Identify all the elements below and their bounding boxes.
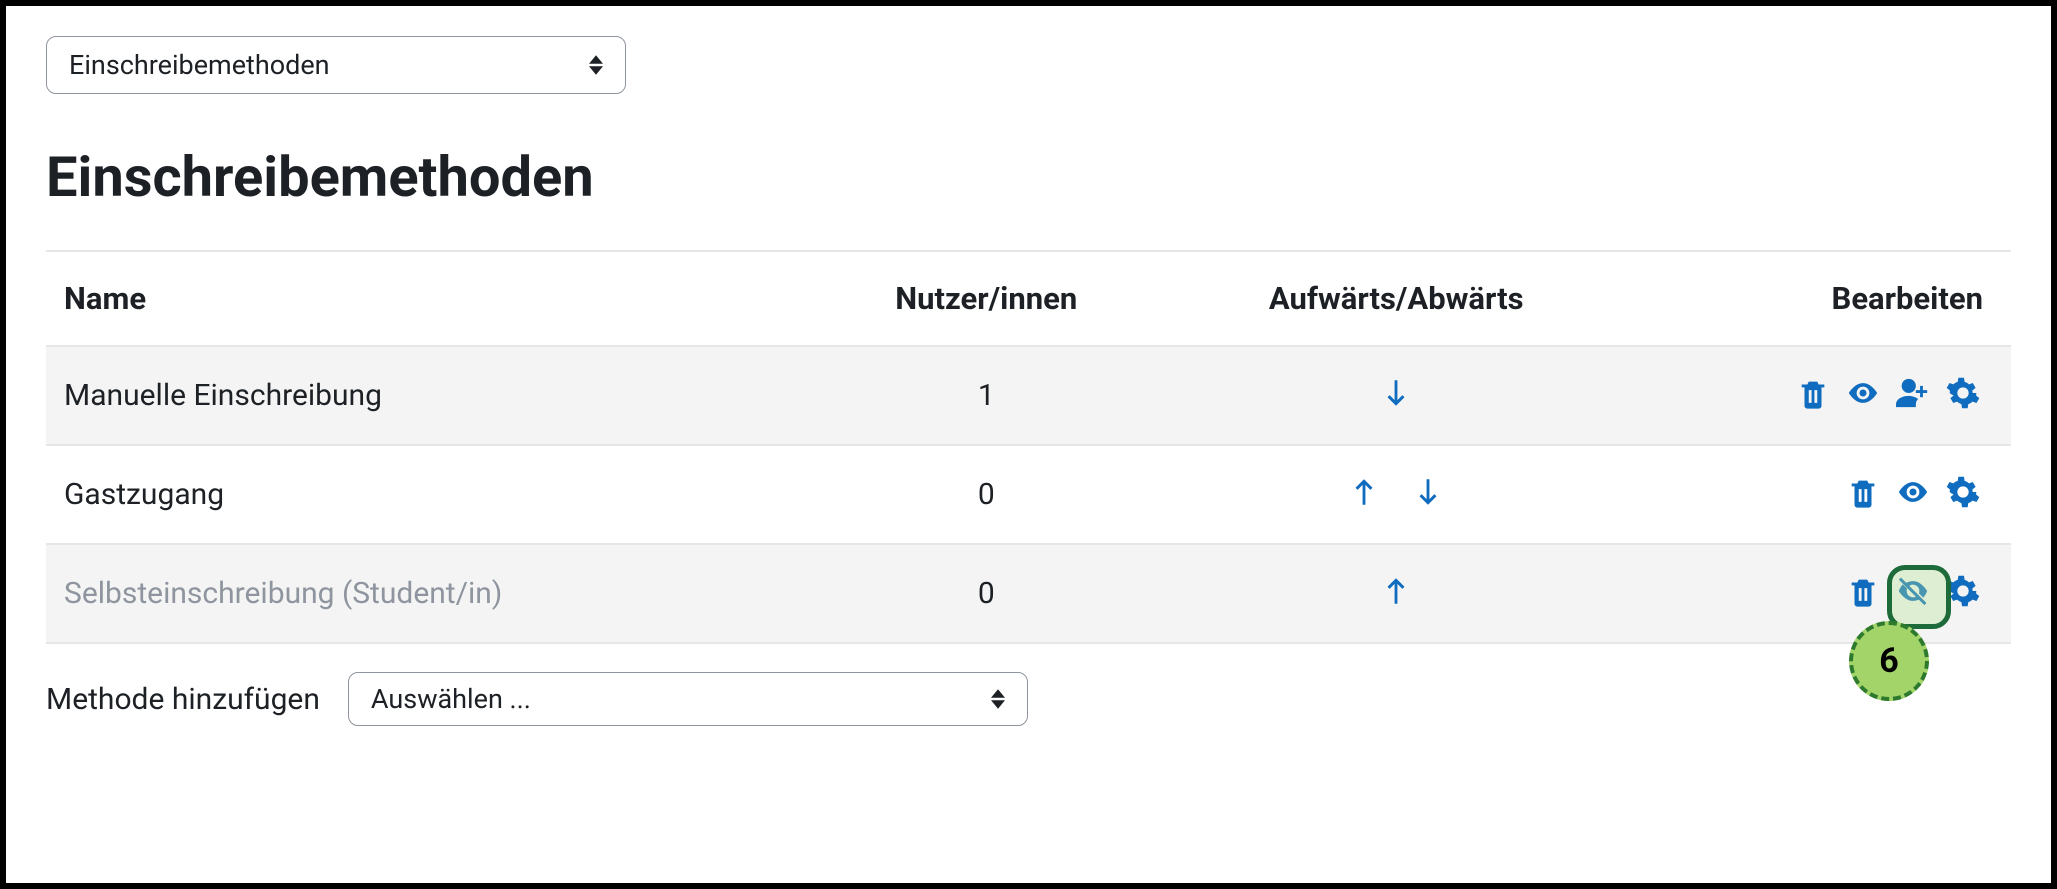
gear-icon[interactable] [1943, 472, 1983, 512]
method-name: Selbsteinschreibung (Student/in) [46, 544, 811, 643]
move-down-icon[interactable] [1408, 472, 1448, 512]
col-edit: Bearbeiten [1631, 252, 2012, 346]
move-up-icon[interactable] [1376, 571, 1416, 611]
delete-icon[interactable] [1793, 373, 1833, 413]
chevron-updown-icon [589, 55, 603, 75]
user-plus-icon[interactable] [1893, 373, 1933, 413]
method-updown [1162, 544, 1631, 643]
gear-icon[interactable] [1943, 571, 1983, 611]
method-name: Manuelle Einschreibung [46, 346, 811, 445]
page-select[interactable]: Einschreibemethoden [46, 36, 626, 94]
page-select-label: Einschreibemethoden [69, 49, 330, 81]
method-users: 0 [811, 445, 1162, 544]
add-method-placeholder: Auswählen ... [371, 683, 531, 715]
method-users: 1 [811, 346, 1162, 445]
delete-icon[interactable] [1843, 472, 1883, 512]
eye-icon[interactable] [1893, 472, 1933, 512]
eye-icon[interactable] [1843, 373, 1883, 413]
col-name: Name [46, 252, 811, 346]
method-updown [1162, 346, 1631, 445]
table-row: Manuelle Einschreibung1 [46, 346, 2011, 445]
method-edit [1631, 544, 2012, 643]
move-up-icon[interactable] [1344, 472, 1384, 512]
table-row: Gastzugang0 [46, 445, 2011, 544]
page-title: Einschreibemethoden [46, 144, 2011, 210]
add-method-label: Methode hinzufügen [46, 682, 320, 717]
method-edit [1631, 445, 2012, 544]
add-method-select[interactable]: Auswählen ... [348, 672, 1028, 726]
method-edit [1631, 346, 2012, 445]
move-down-icon[interactable] [1376, 373, 1416, 413]
chevron-updown-icon [991, 689, 1005, 709]
enrolment-methods-table: Name Nutzer/innen Aufwärts/Abwärts Bearb… [46, 252, 2011, 644]
method-users: 0 [811, 544, 1162, 643]
col-users: Nutzer/innen [811, 252, 1162, 346]
table-row: Selbsteinschreibung (Student/in)0 [46, 544, 2011, 643]
gear-icon[interactable] [1943, 373, 1983, 413]
delete-icon[interactable] [1843, 571, 1883, 611]
col-updown: Aufwärts/Abwärts [1162, 252, 1631, 346]
eye-slash-icon[interactable] [1893, 571, 1933, 611]
method-name: Gastzugang [46, 445, 811, 544]
method-updown [1162, 445, 1631, 544]
